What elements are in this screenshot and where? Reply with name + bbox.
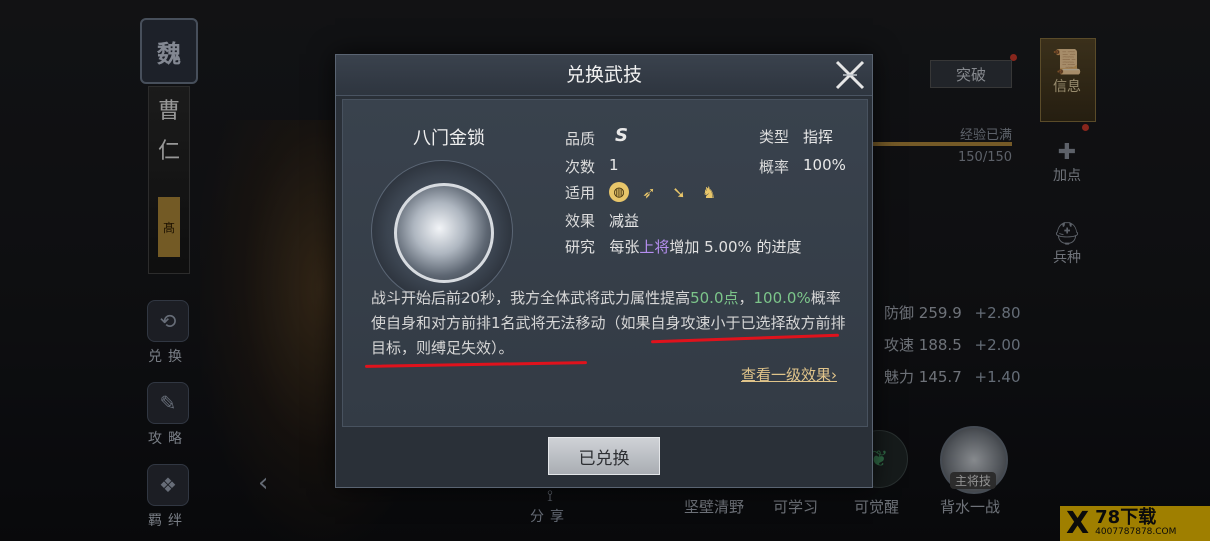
view-link-label: 查看一级效果 — [741, 366, 832, 384]
count-value: 1 — [609, 156, 619, 174]
exchange-skill-dialog: 兑换武技 八门金锁 品质 S 次数 1 适用 ◍ ➶ ➘ ♞ 效果 减益 研究 … — [335, 54, 873, 488]
skill-description: 战斗开始后前20秒，我方全体武将武力属性提高50.0点，100.0%概率使自身和… — [371, 286, 851, 361]
research-highlight: 上将 — [639, 238, 670, 256]
horse-icon: ♞ — [701, 182, 717, 202]
bow-icon: ➶ — [642, 182, 656, 202]
chevron-right-icon: › — [831, 366, 838, 384]
research-line: 研究 每张上将增加 5.00% 的进度 — [565, 236, 802, 257]
research-pre: 每张 — [609, 238, 640, 256]
desc-part1: 战斗开始后前20秒，我方全体武将武力属性提高 — [371, 289, 691, 307]
quality-label: 品质 — [565, 130, 596, 148]
view-level1-effect-link[interactable]: 查看一级效果› — [741, 364, 837, 385]
rate-label: 概率 — [759, 158, 790, 176]
apply-label: 适用 — [565, 184, 596, 202]
chain-lock-icon — [394, 183, 494, 283]
dialog-title: 兑换武技 — [565, 64, 642, 86]
desc-sep: ， — [738, 289, 754, 307]
research-post: 增加 5.00% 的进度 — [669, 238, 802, 256]
dialog-body: 八门金锁 品质 S 次数 1 适用 ◍ ➶ ➘ ♞ 效果 减益 研究 每张上将增… — [342, 99, 868, 427]
type-label: 类型 — [759, 128, 790, 146]
count-label: 次数 — [565, 158, 596, 176]
spear-icon: ➘ — [672, 182, 686, 202]
effect-value: 减益 — [609, 212, 640, 230]
desc-num1: 50.0点 — [690, 289, 739, 307]
desc-num2: 100.0% — [753, 289, 811, 307]
quality-value: S — [615, 125, 628, 146]
skill-icon-frame — [371, 160, 513, 302]
type-value: 指挥 — [803, 128, 834, 146]
redeemed-button[interactable]: 已兑换 — [548, 437, 660, 475]
red-annotation-underline — [364, 361, 588, 368]
close-button[interactable] — [830, 55, 870, 95]
rate-value: 100% — [803, 156, 846, 174]
close-icon — [835, 60, 865, 90]
effect-label: 效果 — [565, 212, 596, 230]
skill-name: 八门金锁 — [413, 128, 485, 149]
research-label: 研究 — [565, 238, 596, 256]
shield-icon: ◍ — [609, 182, 629, 202]
